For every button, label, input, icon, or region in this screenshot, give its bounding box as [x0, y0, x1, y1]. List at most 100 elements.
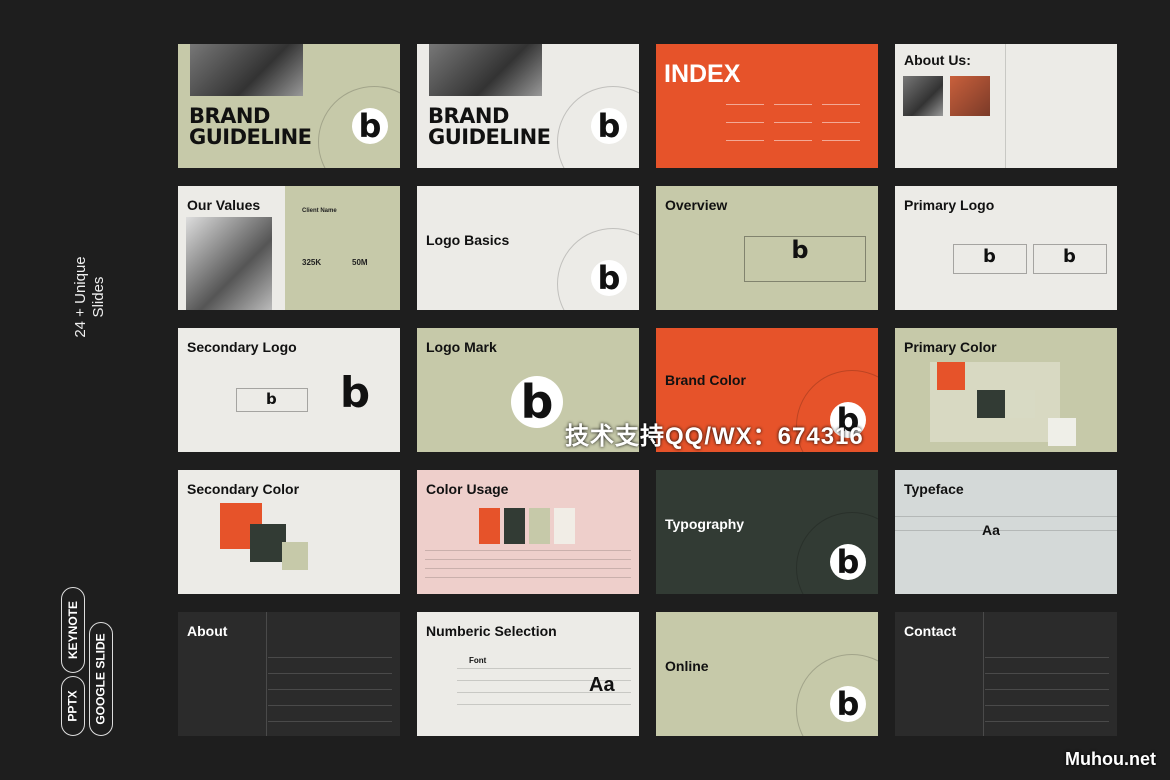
- slide-thumbnail[interactable]: Our Values Client Name 325K 50M: [178, 186, 400, 310]
- table-line: [985, 705, 1109, 706]
- slide-title: Typeface: [904, 481, 964, 497]
- slide-thumbnail[interactable]: Online b: [656, 612, 878, 736]
- font-label: Font: [469, 656, 487, 665]
- slide-title: Numberic Selection: [426, 623, 557, 639]
- table-line: [457, 704, 631, 705]
- index-entry: [822, 140, 860, 141]
- table-line: [457, 692, 631, 693]
- slide-thumbnail[interactable]: BRAND GUIDELINE b: [178, 44, 400, 168]
- slide-title: Overview: [665, 197, 728, 213]
- table-line: [985, 721, 1109, 722]
- brand-logo-icon: b: [266, 390, 277, 408]
- slide-thumbnail[interactable]: Secondary Color: [178, 470, 400, 594]
- slide-title: INDEX: [664, 60, 741, 88]
- slide-title: Contact: [904, 623, 957, 639]
- slide-title: BRAND GUIDELINE: [189, 104, 312, 149]
- slide-title: Secondary Color: [187, 481, 300, 497]
- index-entry: [726, 122, 764, 123]
- grid-line: [895, 516, 1117, 517]
- slide-title: Typography: [665, 516, 745, 532]
- slide-title: Our Values: [187, 197, 261, 213]
- headline-line1: 24 + Unique: [72, 256, 89, 338]
- watermark: 技术支持QQ/WX：674316: [565, 423, 864, 450]
- team-photo: [903, 76, 943, 116]
- table-line: [985, 689, 1109, 690]
- type-sample: Aa: [589, 674, 615, 696]
- divider: [1005, 44, 1006, 168]
- slide-thumbnail[interactable]: BRAND GUIDELINE b: [417, 44, 639, 168]
- slide-thumbnail[interactable]: Overview b: [656, 186, 878, 310]
- brand-logo-icon: b: [830, 544, 866, 580]
- slide-thumbnail[interactable]: Contact: [895, 612, 1117, 736]
- format-pptx: PPTX: [61, 676, 85, 736]
- brand-logo-icon: b: [983, 246, 996, 267]
- divider: [266, 612, 267, 736]
- client-name-label: Client Name: [302, 208, 337, 214]
- index-entry: [726, 140, 764, 141]
- divider: [983, 612, 984, 736]
- format-google-slide: GOOGLE SLIDE: [89, 622, 113, 736]
- brand-logo-icon: b: [511, 376, 563, 428]
- table-line: [425, 577, 631, 578]
- slide-thumbnail[interactable]: Primary Color: [895, 328, 1117, 452]
- brand-logo-icon: b: [340, 368, 371, 417]
- slide-title: Secondary Logo: [187, 339, 297, 355]
- index-entry: [822, 122, 860, 123]
- table-line: [268, 721, 392, 722]
- brand-logo-icon: b: [830, 686, 866, 722]
- brand-logo-icon: b: [791, 236, 809, 264]
- slide-thumbnail[interactable]: About Us:: [895, 44, 1117, 168]
- slide-thumbnail[interactable]: Typeface Aa: [895, 470, 1117, 594]
- table-line: [425, 568, 631, 569]
- site-watermark: Muhou.net: [1065, 749, 1156, 769]
- slide-title: Logo Mark: [426, 339, 497, 355]
- color-swatch: [479, 508, 500, 544]
- cover-photo: [429, 44, 542, 96]
- index-entry: [774, 140, 812, 141]
- slide-thumbnail[interactable]: About: [178, 612, 400, 736]
- color-swatch: [529, 508, 550, 544]
- slide-title: Color Usage: [426, 481, 509, 497]
- stat-value: 50M: [352, 258, 368, 267]
- slide-title: Logo Basics: [426, 232, 510, 248]
- slide-thumbnail[interactable]: Typography b: [656, 470, 878, 594]
- slide-thumbnail[interactable]: Color Usage: [417, 470, 639, 594]
- slide-thumbnail[interactable]: INDEX: [656, 44, 878, 168]
- team-photo: [950, 76, 990, 116]
- panel: [285, 186, 400, 310]
- index-entry: [726, 104, 764, 105]
- slide-title: About: [187, 623, 228, 639]
- headline-line2: Slides: [90, 276, 107, 318]
- format-keynote: KEYNOTE: [61, 587, 85, 673]
- slide-thumbnail[interactable]: Logo Basics b: [417, 186, 639, 310]
- format-label: PPTX: [66, 690, 80, 722]
- color-swatch: [1007, 390, 1035, 418]
- brand-logo-icon: b: [352, 108, 388, 144]
- color-swatch: [504, 508, 525, 544]
- table-line: [268, 673, 392, 674]
- slide-title: BRAND GUIDELINE: [428, 104, 551, 149]
- color-swatch: [554, 508, 575, 544]
- color-swatch: [937, 362, 965, 390]
- slide-title: Brand Color: [665, 372, 746, 388]
- index-entry: [774, 122, 812, 123]
- format-label: GOOGLE SLIDE: [94, 633, 108, 725]
- table-line: [268, 689, 392, 690]
- slide-thumbnail[interactable]: Primary Logo b b: [895, 186, 1117, 310]
- slide-thumbnail[interactable]: Secondary Logo b b: [178, 328, 400, 452]
- table-line: [268, 705, 392, 706]
- table-line: [985, 657, 1109, 658]
- headline: 24 + Unique Slides: [66, 250, 116, 350]
- slide-thumbnail[interactable]: Numberic Selection Font Aa: [417, 612, 639, 736]
- brand-logo-icon: b: [1063, 246, 1076, 267]
- table-line: [985, 673, 1109, 674]
- cover-photo: [190, 44, 303, 96]
- slide-title: Online: [665, 658, 709, 674]
- index-entry: [822, 104, 860, 105]
- grid-line: [895, 530, 1117, 531]
- color-swatch: [282, 542, 308, 570]
- brand-logo-icon: b: [591, 260, 627, 296]
- table-line: [457, 680, 631, 681]
- table-line: [457, 668, 631, 669]
- color-swatch: [1048, 418, 1076, 446]
